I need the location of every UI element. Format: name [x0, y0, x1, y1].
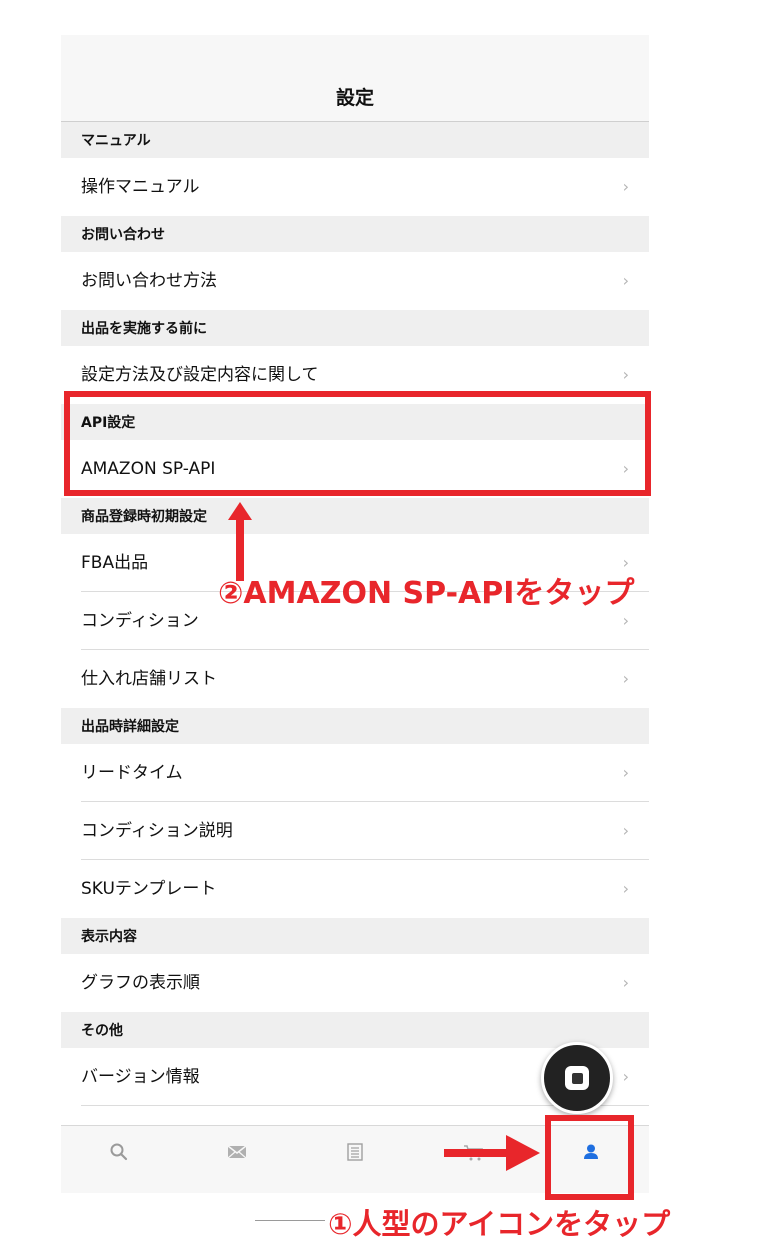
row-label: 操作マニュアル: [81, 177, 200, 197]
chevron-right-icon: ›: [622, 973, 629, 992]
annotation-step1: ①人型のアイコンをタップ: [328, 1207, 671, 1241]
row-label: リードタイム: [81, 763, 183, 783]
section-header-manual: マニュアル: [61, 122, 649, 158]
phone-screen: 設定 マニュアル 操作マニュアル › お問い合わせ お問い合わせ方法 › 出品を…: [61, 35, 649, 1193]
row-operation-manual[interactable]: 操作マニュアル ›: [61, 158, 649, 216]
row-sku-template[interactable]: SKUテンプレート ›: [61, 860, 649, 918]
tab-list[interactable]: [330, 1126, 380, 1178]
row-lead-time[interactable]: リードタイム ›: [61, 744, 649, 802]
row-label: グラフの表示順: [81, 973, 200, 993]
highlight-box-api-setting: [64, 391, 651, 496]
row-contact-method[interactable]: お問い合わせ方法 ›: [61, 252, 649, 310]
chevron-right-icon: ›: [622, 669, 629, 688]
section-header-display: 表示内容: [61, 918, 649, 954]
floating-stop-button[interactable]: [541, 1042, 613, 1114]
row-graph-order[interactable]: グラフの表示順 ›: [61, 954, 649, 1012]
chevron-right-icon: ›: [622, 763, 629, 782]
row-label: コンディション: [81, 611, 199, 631]
row-label: コンディション説明: [81, 821, 233, 841]
section-header-before-listing: 出品を実施する前に: [61, 310, 649, 346]
chevron-right-icon: ›: [622, 271, 629, 290]
arrow-right-icon: [444, 1135, 540, 1171]
page-title: 設定: [335, 87, 374, 109]
section-header-contact: お問い合わせ: [61, 216, 649, 252]
highlight-box-profile-tab: [545, 1115, 634, 1200]
tab-search[interactable]: [94, 1126, 144, 1178]
chevron-right-icon: ›: [622, 177, 629, 196]
row-store-list[interactable]: 仕入れ店舗リスト ›: [61, 650, 649, 708]
settings-list: マニュアル 操作マニュアル › お問い合わせ お問い合わせ方法 › 出品を実施す…: [61, 122, 649, 1146]
row-label: FBA出品: [81, 553, 149, 573]
section-header-initial-settings: 商品登録時初期設定: [61, 498, 649, 534]
stop-icon: [565, 1066, 589, 1090]
row-condition-description[interactable]: コンディション説明 ›: [61, 802, 649, 860]
tab-mail[interactable]: [212, 1126, 262, 1178]
annotation-step2: ②AMAZON SP-APIをタップ: [218, 576, 635, 611]
section-header-detail-settings: 出品時詳細設定: [61, 708, 649, 744]
mail-icon: [227, 1145, 247, 1159]
row-label: SKUテンプレート: [81, 879, 217, 899]
row-label: 仕入れ店舗リスト: [81, 669, 217, 689]
nav-bar: 設定: [61, 35, 649, 122]
chevron-right-icon: ›: [622, 879, 629, 898]
chevron-right-icon: ›: [622, 821, 629, 840]
row-label: バージョン情報: [81, 1067, 200, 1087]
list-icon: [347, 1143, 363, 1161]
section-header-other: その他: [61, 1012, 649, 1048]
chevron-right-icon: ›: [622, 1067, 629, 1086]
row-label: お問い合わせ方法: [81, 271, 217, 291]
search-icon: [110, 1143, 128, 1161]
divider-line: [255, 1220, 325, 1221]
